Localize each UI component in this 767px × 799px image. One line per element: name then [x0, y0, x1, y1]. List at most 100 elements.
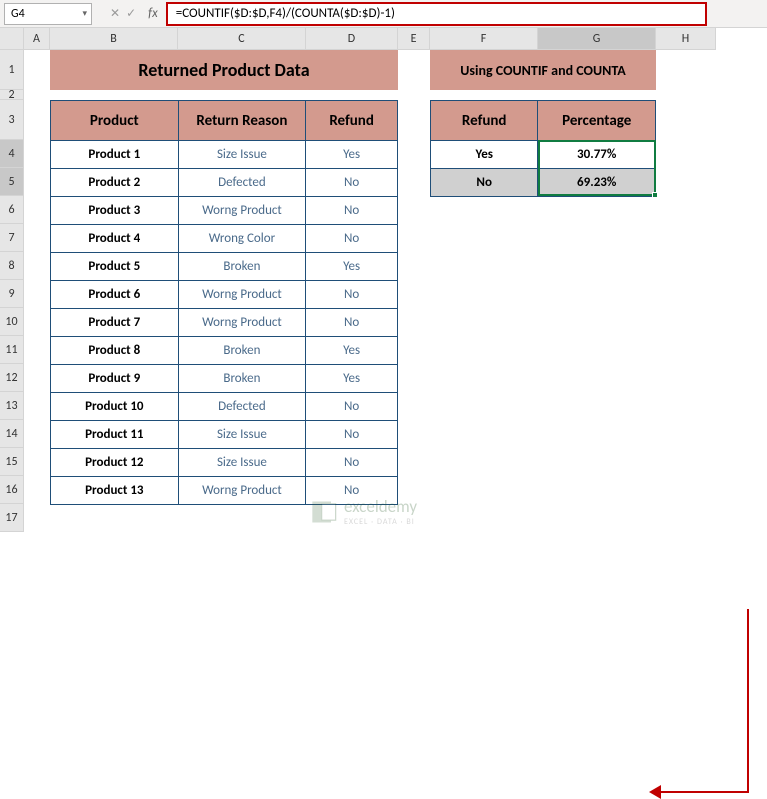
cell-product[interactable]: Product 4 — [51, 225, 179, 253]
cell-reason[interactable]: Broken — [178, 253, 306, 281]
row-header-14[interactable]: 14 — [0, 420, 24, 448]
cell-refund[interactable]: No — [306, 197, 398, 225]
formula-bar-row: G4 ▾ ✕ ✓ fx =COUNTIF($D:$D,F4)/(COUNTA($… — [0, 0, 767, 28]
cell-refund[interactable]: No — [306, 169, 398, 197]
cell-reason[interactable]: Worng Product — [178, 309, 306, 337]
formula-input[interactable]: =COUNTIF($D:$D,F4)/(COUNTA($D:$D)-1) — [166, 2, 707, 26]
table-header-row: Refund Percentage — [431, 101, 656, 141]
chevron-down-icon[interactable]: ▾ — [82, 8, 87, 19]
row-header-11[interactable]: 11 — [0, 336, 24, 364]
side-title[interactable]: Using COUNTIF and COUNTA — [430, 50, 656, 90]
cell-reason[interactable]: Wrong Color — [178, 225, 306, 253]
col-header-g[interactable]: G — [538, 28, 656, 50]
watermark-sub: EXCEL · DATA · BI — [344, 517, 417, 527]
cell-reason[interactable]: Defected — [178, 393, 306, 421]
table-row: Product 12Size IssueNo — [51, 449, 398, 477]
col-header-d[interactable]: D — [306, 28, 398, 50]
cell-reason[interactable]: Defected — [178, 169, 306, 197]
cell-refund[interactable]: Yes — [306, 141, 398, 169]
cell-product[interactable]: Product 11 — [51, 421, 179, 449]
col-header-c[interactable]: C — [178, 28, 306, 50]
row-header-6[interactable]: 6 — [0, 196, 24, 224]
cell-refund[interactable]: Yes — [306, 253, 398, 281]
cell-product[interactable]: Product 1 — [51, 141, 179, 169]
spreadsheet-grid[interactable]: A B C D E F G H 1 2 3 4 5 6 7 8 9 10 11 … — [0, 28, 767, 591]
table-row: Product 4Wrong ColorNo — [51, 225, 398, 253]
cell-product[interactable]: Product 3 — [51, 197, 179, 225]
row-header-13[interactable]: 13 — [0, 392, 24, 420]
table-row: Product 1Size IssueYes — [51, 141, 398, 169]
row-header-2[interactable]: 2 — [0, 90, 24, 100]
arrowhead-icon — [649, 785, 661, 799]
header-product[interactable]: Product — [51, 101, 179, 141]
select-all-corner[interactable] — [0, 28, 24, 50]
formula-text: =COUNTIF($D:$D,F4)/(COUNTA($D:$D)-1) — [176, 6, 395, 21]
cell-product[interactable]: Product 6 — [51, 281, 179, 309]
watermark-text: exceldemy — [344, 496, 417, 517]
row-headers: 1 2 3 4 5 6 7 8 9 10 11 12 13 14 15 16 1… — [0, 50, 24, 532]
cell-product[interactable]: Product 10 — [51, 393, 179, 421]
cell-refund-no[interactable]: No — [431, 169, 538, 197]
name-box-value: G4 — [11, 7, 25, 21]
row-header-4[interactable]: 4 — [0, 140, 24, 168]
row-header-17[interactable]: 17 — [0, 504, 24, 532]
header-percentage[interactable]: Percentage — [538, 101, 656, 141]
row-header-7[interactable]: 7 — [0, 224, 24, 252]
cell-product[interactable]: Product 9 — [51, 365, 179, 393]
cell-reason[interactable]: Worng Product — [178, 197, 306, 225]
cell-product[interactable]: Product 12 — [51, 449, 179, 477]
header-reason[interactable]: Return Reason — [178, 101, 306, 141]
row-header-15[interactable]: 15 — [0, 448, 24, 476]
name-box[interactable]: G4 ▾ — [4, 3, 92, 25]
row-header-16[interactable]: 16 — [0, 476, 24, 504]
cell-refund[interactable]: No — [306, 225, 398, 253]
table-row: No 69.23% — [431, 169, 656, 197]
table-row: Yes 30.77% — [431, 141, 656, 169]
cell-percentage-yes[interactable]: 30.77% — [538, 141, 656, 169]
watermark: exceldemy EXCEL · DATA · BI — [310, 496, 417, 527]
row-header-10[interactable]: 10 — [0, 308, 24, 336]
row-header-5[interactable]: 5 — [0, 168, 24, 196]
cell-reason[interactable]: Worng Product — [178, 281, 306, 309]
cell-reason[interactable]: Broken — [178, 365, 306, 393]
cell-reason[interactable]: Size Issue — [178, 141, 306, 169]
fx-icon[interactable]: fx — [148, 6, 158, 21]
header-refund[interactable]: Refund — [306, 101, 398, 141]
cell-refund[interactable]: No — [306, 281, 398, 309]
cell-refund[interactable]: No — [306, 393, 398, 421]
cell-refund[interactable]: No — [306, 421, 398, 449]
main-data-table: Product Return Reason Refund Product 1Si… — [50, 100, 398, 505]
cell-product[interactable]: Product 7 — [51, 309, 179, 337]
cell-reason[interactable]: Worng Product — [178, 477, 306, 505]
row-header-3[interactable]: 3 — [0, 100, 24, 140]
cell-reason[interactable]: Size Issue — [178, 449, 306, 477]
col-header-a[interactable]: A — [24, 28, 50, 50]
cell-reason[interactable]: Broken — [178, 337, 306, 365]
col-header-e[interactable]: E — [398, 28, 430, 50]
row-header-9[interactable]: 9 — [0, 280, 24, 308]
column-headers: A B C D E F G H — [24, 28, 716, 50]
row-header-12[interactable]: 12 — [0, 364, 24, 392]
check-icon[interactable]: ✓ — [126, 6, 136, 21]
row-header-8[interactable]: 8 — [0, 252, 24, 280]
table-row: Product 8BrokenYes — [51, 337, 398, 365]
cell-refund-yes[interactable]: Yes — [431, 141, 538, 169]
cell-percentage-no[interactable]: 69.23% — [538, 169, 656, 197]
cell-product[interactable]: Product 5 — [51, 253, 179, 281]
table-row: Product 3Worng ProductNo — [51, 197, 398, 225]
col-header-b[interactable]: B — [50, 28, 178, 50]
cell-reason[interactable]: Size Issue — [178, 421, 306, 449]
header-refund[interactable]: Refund — [431, 101, 538, 141]
cell-refund[interactable]: Yes — [306, 365, 398, 393]
cell-refund[interactable]: No — [306, 449, 398, 477]
cell-refund[interactable]: No — [306, 309, 398, 337]
cell-product[interactable]: Product 8 — [51, 337, 179, 365]
cell-product[interactable]: Product 13 — [51, 477, 179, 505]
cell-refund[interactable]: Yes — [306, 337, 398, 365]
col-header-h[interactable]: H — [656, 28, 716, 50]
cancel-icon[interactable]: ✕ — [110, 6, 120, 21]
col-header-f[interactable]: F — [430, 28, 538, 50]
cell-product[interactable]: Product 2 — [51, 169, 179, 197]
main-title[interactable]: Returned Product Data — [50, 50, 398, 90]
row-header-1[interactable]: 1 — [0, 50, 24, 90]
